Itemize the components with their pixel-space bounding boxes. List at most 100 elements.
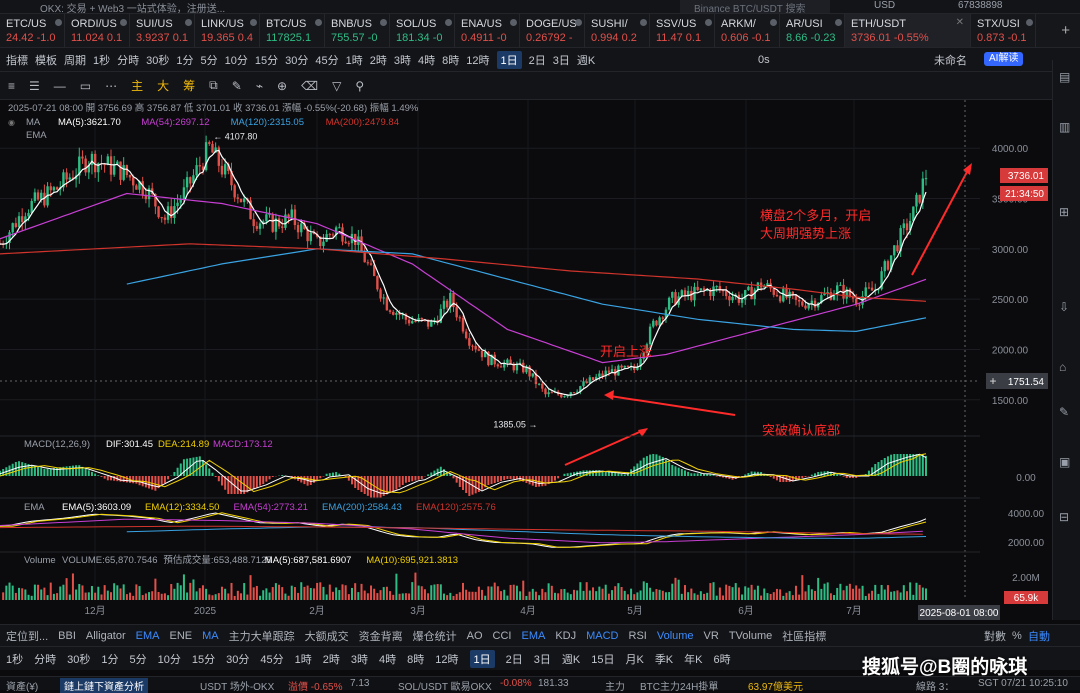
add-tab-icon[interactable]: + (1061, 22, 1070, 39)
timeframe-6[interactable]: 15分 (192, 651, 215, 667)
timeframe-10[interactable]: 2時 (323, 651, 340, 667)
ticker-4[interactable]: BTC/US117825.1 (260, 14, 325, 47)
alert-icon[interactable]: ⌂ (1059, 360, 1075, 376)
indicator-14[interactable]: MACD (586, 630, 618, 642)
timeframe-18[interactable]: 週K (562, 651, 580, 667)
ticker-2[interactable]: SUI/US3.9237 0.1 (130, 14, 195, 47)
search-input[interactable]: Binance BTC/USDT 搜索 (680, 0, 830, 13)
indicator-7[interactable]: 大额成交 (305, 628, 349, 644)
timeframe-11[interactable]: 3時 (351, 651, 368, 667)
indicator-20[interactable]: 對數 (984, 628, 1006, 644)
copy-icon[interactable]: ⧉ (209, 78, 218, 93)
line-tool-icon[interactable]: — (54, 79, 66, 93)
eraser-icon[interactable]: ⌫ (301, 79, 318, 93)
grid-icon[interactable]: ⊟ (1059, 510, 1075, 526)
list-icon[interactable]: ☰ (29, 79, 40, 93)
indicator-19[interactable]: 社區指標 (782, 628, 826, 644)
timeframe-14[interactable]: 12時 (435, 651, 458, 667)
indicator-10[interactable]: AO (467, 630, 483, 642)
period-12[interactable]: 1時 (346, 52, 363, 68)
indicator-5[interactable]: MA (202, 630, 219, 642)
period-5[interactable]: 30秒 (146, 52, 169, 68)
indicator-1[interactable]: BBI (58, 630, 76, 642)
filter-icon[interactable]: ▽ (332, 79, 341, 93)
period-7[interactable]: 5分 (201, 52, 218, 68)
period-19[interactable]: 2日 (529, 52, 546, 68)
indicator-17[interactable]: VR (704, 630, 719, 642)
news-icon[interactable]: ▣ (1059, 455, 1075, 471)
timeframe-2[interactable]: 30秒 (67, 651, 90, 667)
toolbar-right-1[interactable]: 未命名 (934, 52, 967, 68)
indicator-21[interactable]: % (1012, 630, 1022, 642)
ticker-0[interactable]: ETC/US24.42 -1.0 (0, 14, 65, 47)
indicator-6[interactable]: 主力大单跟踪 (229, 628, 295, 644)
timeframe-23[interactable]: 6時 (714, 651, 731, 667)
period-10[interactable]: 30分 (285, 52, 308, 68)
indicator-8[interactable]: 资金背离 (359, 628, 403, 644)
ticker-1[interactable]: ORDI/US11.024 0.1 (65, 14, 130, 47)
toolbar-right-0[interactable]: 0s (758, 54, 770, 66)
ticker-11[interactable]: ARKM/0.606 -0.1 (715, 14, 780, 47)
period-4[interactable]: 分時 (117, 52, 139, 68)
rect-tool-icon[interactable]: ▭ (80, 79, 91, 93)
indicator-16[interactable]: Volume (657, 630, 694, 642)
screenshot-icon[interactable]: ⚲ (355, 79, 364, 93)
magnet-icon[interactable]: ⊕ (277, 79, 287, 93)
brush-icon[interactable]: ⌁ (256, 79, 263, 93)
browser-tab-title[interactable]: OKX: 交易 + Web3 一站式体验，注册送... (40, 0, 225, 15)
indicator-22[interactable]: 自動 (1028, 628, 1050, 644)
ticker-7[interactable]: ENA/US0.4911 -0 (455, 14, 520, 47)
period-14[interactable]: 3時 (394, 52, 411, 68)
ticker-3[interactable]: LINK/US19.365 0.4 (195, 14, 260, 47)
timeframe-0[interactable]: 1秒 (6, 651, 23, 667)
period-13[interactable]: 2時 (370, 52, 387, 68)
timeframe-9[interactable]: 1時 (295, 651, 312, 667)
timeframe-8[interactable]: 45分 (260, 651, 283, 667)
ticker-5[interactable]: BNB/US755.57 -0 (325, 14, 390, 47)
period-3[interactable]: 1秒 (93, 52, 110, 68)
timeframe-12[interactable]: 4時 (379, 651, 396, 667)
layout-icon[interactable]: ⊞ (1059, 205, 1075, 221)
indicator-12[interactable]: EMA (521, 630, 545, 642)
ticker-14[interactable]: STX/USI0.873 -0.1 (971, 14, 1036, 47)
timeframe-17[interactable]: 3日 (534, 651, 551, 667)
timeframe-19[interactable]: 15日 (591, 651, 614, 667)
timeframe-3[interactable]: 1分 (101, 651, 118, 667)
period-20[interactable]: 3日 (553, 52, 570, 68)
indicator-0[interactable]: 定位到... (6, 628, 48, 644)
ticker-12[interactable]: AR/USI8.66 -0.23 (780, 14, 845, 47)
currency-select[interactable]: USD (874, 0, 895, 11)
period-1[interactable]: 模板 (35, 52, 57, 68)
ticker-13[interactable]: ETH/USDT3736.01 -0.55%✕ (845, 14, 971, 47)
order-panel-icon[interactable]: ⇩ (1059, 300, 1075, 316)
timeframe-7[interactable]: 30分 (226, 651, 249, 667)
period-21[interactable]: 週K (577, 52, 595, 68)
asset-analysis-button[interactable]: 鏈上鏈下資產分析 (60, 678, 148, 693)
indicator-4[interactable]: ENE (170, 630, 193, 642)
period-9[interactable]: 15分 (255, 52, 278, 68)
close-icon[interactable]: ✕ (956, 17, 964, 28)
indicator-3[interactable]: EMA (136, 630, 160, 642)
indicator-15[interactable]: RSI (629, 630, 647, 642)
ticker-6[interactable]: SOL/US181.34 -0 (390, 14, 455, 47)
timeframe-4[interactable]: 5分 (130, 651, 147, 667)
assets-label[interactable]: 資產(¥) (6, 678, 38, 693)
ticker-10[interactable]: SSV/US11.47 0.1 (650, 14, 715, 47)
period-15[interactable]: 4時 (418, 52, 435, 68)
ticker-8[interactable]: DOGE/US0.26792 - (520, 14, 585, 47)
pencil-icon[interactable]: ✎ (232, 79, 242, 93)
big-order-toggle[interactable]: 大 (157, 77, 169, 94)
indicator-9[interactable]: 爆仓统计 (413, 628, 457, 644)
period-2[interactable]: 周期 (64, 52, 86, 68)
indicator-18[interactable]: TVolume (729, 630, 772, 642)
indicator-11[interactable]: CCI (493, 630, 512, 642)
period-17[interactable]: 12時 (466, 52, 489, 68)
period-16[interactable]: 8時 (442, 52, 459, 68)
timeframe-20[interactable]: 月K (625, 651, 643, 667)
period-11[interactable]: 45分 (315, 52, 338, 68)
price-chart[interactable]: 4000.003500.003000.002500.002000.001500.… (0, 100, 1050, 624)
timeframe-21[interactable]: 季K (655, 651, 673, 667)
indicator-icon[interactable]: ≡ (8, 79, 15, 93)
note-icon[interactable]: ✎ (1059, 405, 1075, 421)
more-icon[interactable]: ⋯ (105, 79, 117, 93)
